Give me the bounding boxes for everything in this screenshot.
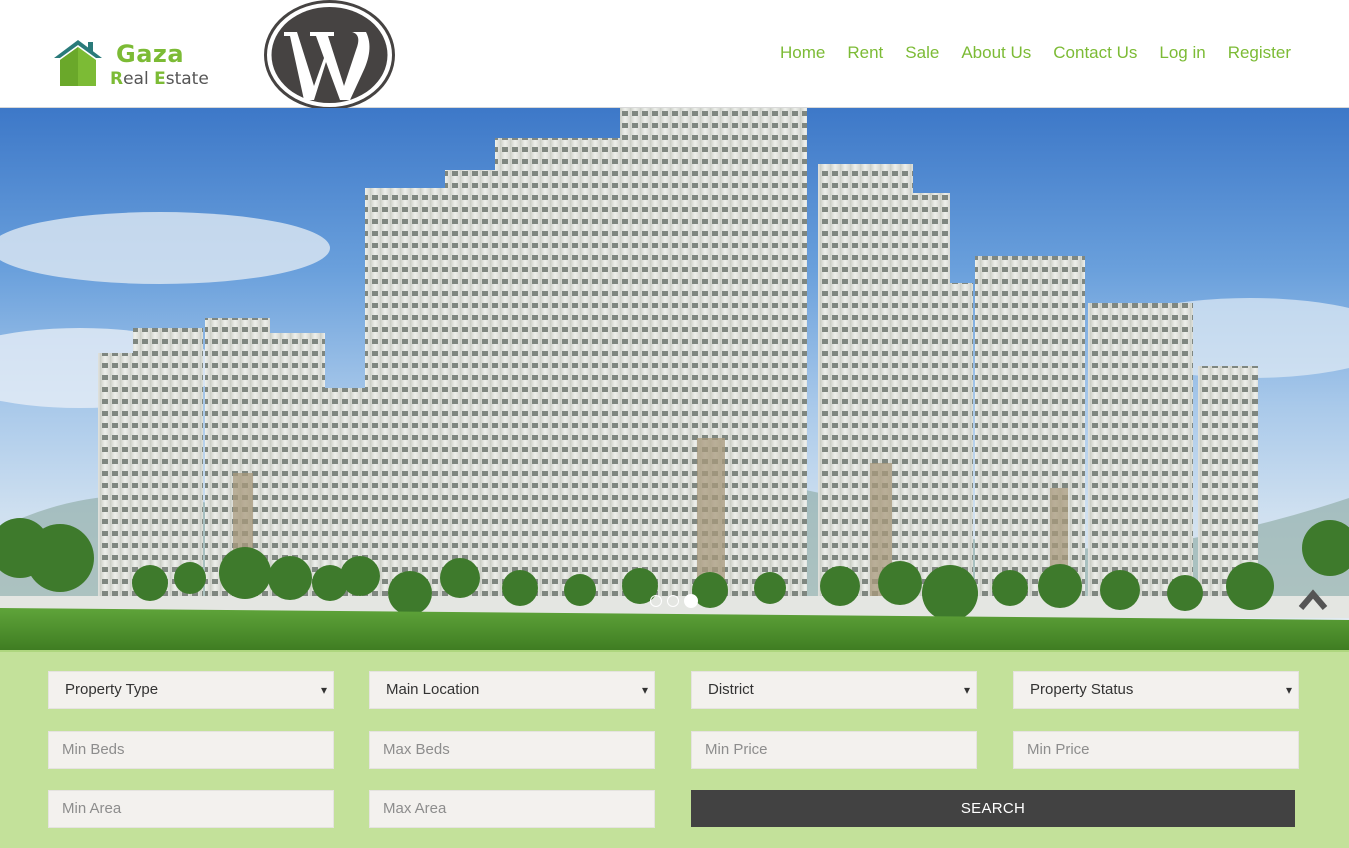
nav-rent[interactable]: Rent [847,43,883,63]
logo-title: Gaza [116,40,185,68]
slide-dot-1[interactable] [650,595,662,607]
site-header: Gaza Real Estate Home Rent Sale About Us… [0,0,1349,110]
min-price-input[interactable]: Min Price [691,731,977,769]
min-beds-input[interactable]: Min Beds [48,731,334,769]
nav-log-in[interactable]: Log in [1159,43,1205,63]
property-type-select[interactable]: Property Type [48,671,334,709]
nav-contact-us[interactable]: Contact Us [1053,43,1137,63]
main-location-select[interactable]: Main Location [369,671,655,709]
search-button[interactable]: SEARCH [691,790,1295,827]
max-area-input[interactable]: Max Area [369,790,655,828]
slide-dot-2[interactable] [667,595,679,607]
property-status-select[interactable]: Property Status [1013,671,1299,709]
max-price-input[interactable]: Min Price [1013,731,1299,769]
slide-dot-3[interactable] [684,594,698,608]
main-nav: Home Rent Sale About Us Contact Us Log i… [758,43,1291,63]
wordpress-logo-icon [264,0,395,110]
nav-sale[interactable]: Sale [905,43,939,63]
max-beds-input[interactable]: Max Beds [369,731,655,769]
nav-home[interactable]: Home [780,43,825,63]
min-area-input[interactable]: Min Area [48,790,334,828]
hero-slider [0,108,1349,650]
district-select[interactable]: District [691,671,977,709]
logo-subtitle: Real Estate [110,69,209,89]
site-logo[interactable]: Gaza Real Estate [52,36,222,92]
chevron-up-icon[interactable] [1298,586,1328,612]
house-icon [54,40,102,86]
slider-dots [650,594,698,608]
nav-about-us[interactable]: About Us [961,43,1031,63]
hero-image-apartment-towers [0,108,1349,650]
nav-register[interactable]: Register [1228,43,1291,63]
